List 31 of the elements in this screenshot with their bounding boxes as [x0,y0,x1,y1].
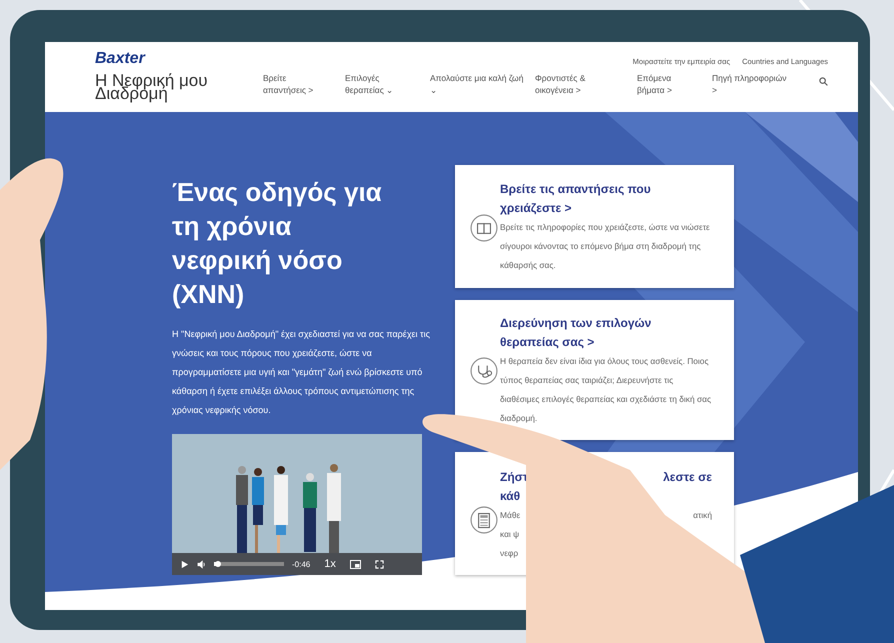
progress-slider[interactable] [214,562,284,566]
speed-button[interactable]: 1x [324,558,336,570]
time-remaining: -0:46 [292,560,310,568]
card-text-fragment: ατική [693,509,712,522]
card-text: Βρείτε τις πληροφορίες που χρειάζεστε, ώστε να νιώσετε σίγουροι κάνοντας το επόμενο βήμα στη διαδρομή της κάθαρσής σας. [500,221,711,272]
hero-text: Η "Νεφρική μου Διαδρομή" έχει σχεδιαστεί για να σας παρέχει τις γνώσεις και τους πόρους που χρειάζεστε, ώστε να προγραμματίσετε μια υγιή και "γεμάτη" ζωή ενώ βρίσκεστε υπό κάθαρση ή έχετε επιλέξει άλλους τρόπους αντιμετώπισης της χρόνιας νεφρικής νόσου. [172,328,430,417]
nav-link[interactable]: Φροντιστές & οικογένεια > [535,72,605,96]
card-text: Η θεραπεία δεν είναι ίδια για όλους τους ασθενείς. Ποιος τύπος θεραπείας σας ταιριάζει; Διερευνήστε τις διαθέσιμες επιλογές θεραπείας και σχεδιάστε τη δική σας διαδρομή. [500,355,712,425]
card-title-link[interactable]: Διερεύνηση των επιλογών θεραπείας σας > [500,314,712,352]
card-title-fragment[interactable]: λεστε σε [663,468,712,487]
card-text-fragment: Μάθε [500,509,520,522]
picture-in-picture-icon[interactable] [350,560,361,568]
hero-title: Ένας οδηγός για τη χρόνια νεφρική νόσο (ΧΝΝ) [172,176,383,311]
stethoscope-icon [470,357,498,385]
search-icon[interactable] [819,77,828,86]
site-title: Η Νεφρική μου Διαδρομή [95,74,209,100]
card-title-link[interactable]: Βρείτε τις απαντήσεις που χρειάζεστε > [500,180,712,218]
volume-icon[interactable] [197,560,206,568]
nav-link[interactable]: Επόμενα βήματα > [637,72,692,96]
nav-link[interactable]: Πηγή πληροφοριών > [712,72,790,96]
card-title-fragment[interactable]: κάθ [500,487,520,506]
fullscreen-icon[interactable] [374,560,384,568]
nav-link[interactable]: Απολαύστε μια καλή ζωή ⌄ [430,72,524,96]
nav-link[interactable]: Επιλογές θεραπείας ⌄ [345,72,407,96]
card-title-fragment[interactable]: Ζήστ [500,468,528,487]
logo[interactable]: Baxter [95,50,263,68]
card-text-fragment: και ψ [500,528,520,541]
book-icon [470,214,498,242]
nav-link[interactable]: Βρείτε απαντήσεις > [263,72,323,96]
play-icon[interactable] [180,560,189,568]
card-text-fragment: νεφρ [500,547,518,560]
